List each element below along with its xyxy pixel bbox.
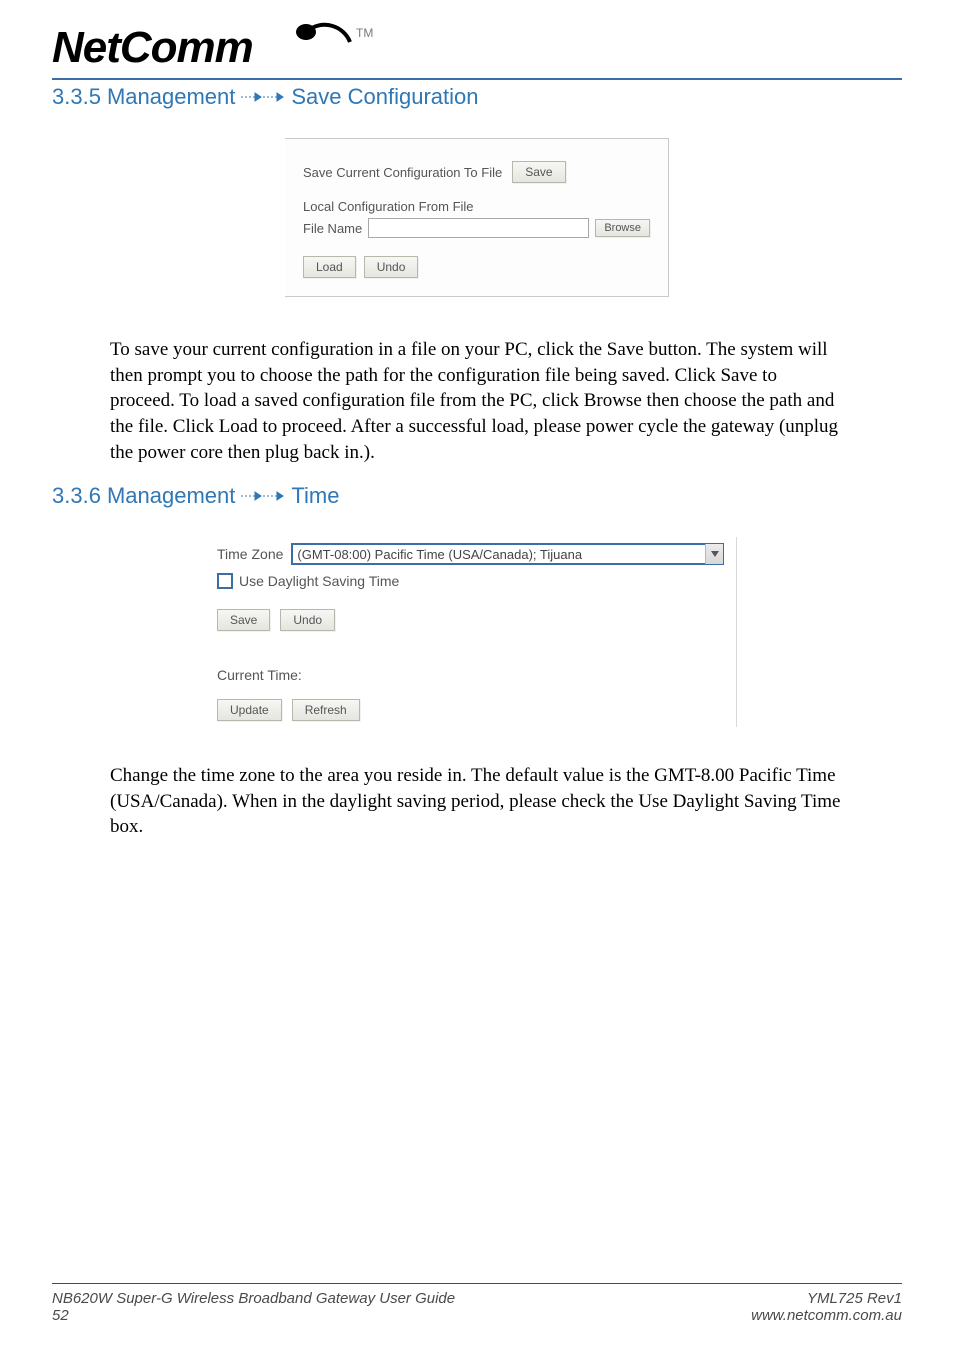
- save-button[interactable]: Save: [512, 161, 565, 183]
- undo-button[interactable]: Undo: [364, 256, 419, 278]
- section-title-right: Save Configuration: [291, 84, 478, 110]
- trademark-label: TM: [356, 26, 373, 40]
- section-heading-time: 3.3.6 Management Time: [52, 483, 902, 509]
- browse-button[interactable]: Browse: [595, 219, 650, 237]
- section-title-left: Management: [107, 84, 235, 110]
- netcomm-logo: NetComm: [52, 20, 352, 76]
- page-footer: NB620W Super-G Wireless Broadband Gatewa…: [52, 1283, 902, 1324]
- time-undo-button[interactable]: Undo: [280, 609, 335, 631]
- section-number: 3.3.6: [52, 483, 101, 509]
- section-title-right: Time: [291, 483, 339, 509]
- daylight-saving-label: Use Daylight Saving Time: [239, 573, 399, 589]
- time-save-button[interactable]: Save: [217, 609, 270, 631]
- file-name-input[interactable]: [368, 218, 589, 238]
- footer-page-number: 52: [52, 1307, 455, 1324]
- brand-logo: NetComm TM: [52, 20, 902, 76]
- file-name-label: File Name: [303, 221, 362, 236]
- footer-guide-title: NB620W Super-G Wireless Broadband Gatewa…: [52, 1290, 455, 1307]
- save-current-label: Save Current Configuration To File: [303, 165, 502, 180]
- daylight-saving-checkbox[interactable]: [217, 573, 233, 589]
- time-zone-select[interactable]: [291, 543, 724, 565]
- section-heading-save-config: 3.3.5 Management Save Configuration: [52, 84, 902, 110]
- time-paragraph: Change the time zone to the area you res…: [110, 763, 844, 840]
- footer-revision: YML725 Rev1: [807, 1290, 902, 1307]
- refresh-button[interactable]: Refresh: [292, 699, 360, 721]
- footer-url: www.netcomm.com.au: [751, 1307, 902, 1324]
- breadcrumb-arrow-icon: [241, 489, 285, 503]
- time-zone-label: Time Zone: [217, 546, 283, 562]
- save-config-panel: Save Current Configuration To File Save …: [285, 138, 669, 297]
- load-button[interactable]: Load: [303, 256, 356, 278]
- current-time-label: Current Time:: [217, 667, 302, 683]
- section-title-left: Management: [107, 483, 235, 509]
- save-config-paragraph: To save your current configuration in a …: [110, 337, 844, 465]
- update-button[interactable]: Update: [217, 699, 282, 721]
- local-config-label: Local Configuration From File: [303, 199, 474, 214]
- time-panel: Time Zone Use Daylight Saving Time Save …: [217, 537, 737, 727]
- svg-text:NetComm: NetComm: [52, 23, 253, 72]
- section-number: 3.3.5: [52, 84, 101, 110]
- header-rule: [52, 78, 902, 80]
- breadcrumb-arrow-icon: [241, 90, 285, 104]
